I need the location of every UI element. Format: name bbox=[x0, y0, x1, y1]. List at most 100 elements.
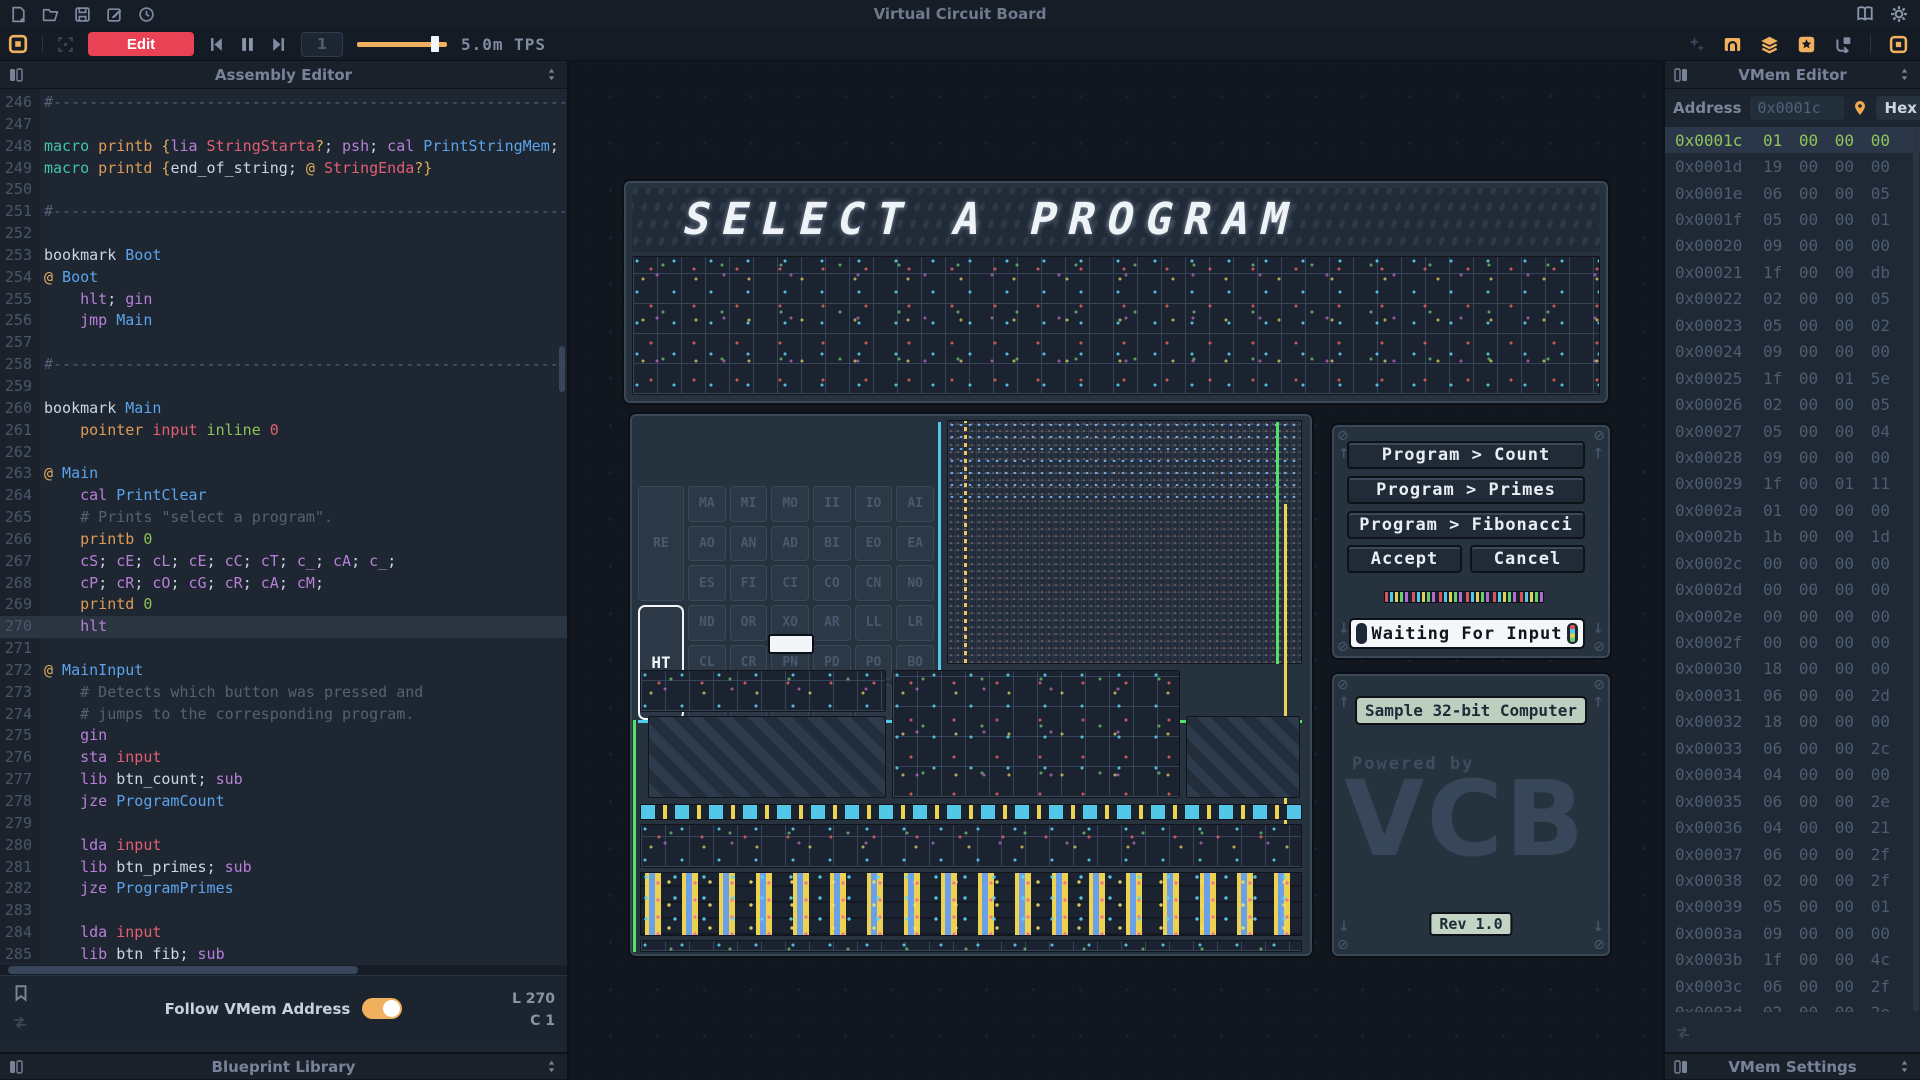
expand-panel-icon[interactable] bbox=[1897, 67, 1912, 82]
vmem-bytes[interactable]: 01 00 00 00 bbox=[1763, 501, 1890, 520]
code-line[interactable]: 276 sta input bbox=[0, 747, 567, 769]
vmem-row[interactable]: 0x0002202 00 00 05 bbox=[1665, 286, 1920, 312]
code-line[interactable]: 264 cal PrintClear bbox=[0, 485, 567, 507]
vmem-row[interactable]: 0x0003b1f 00 00 4c bbox=[1665, 947, 1920, 973]
vmem-row[interactable]: 0x0001f05 00 00 01 bbox=[1665, 206, 1920, 232]
address-input[interactable] bbox=[1750, 96, 1844, 120]
step-forward-icon[interactable] bbox=[270, 36, 287, 53]
vmem-row[interactable]: 0x0002409 00 00 00 bbox=[1665, 339, 1920, 365]
code-line[interactable]: 247 bbox=[0, 114, 567, 136]
code-line[interactable]: 280 lda input bbox=[0, 835, 567, 857]
vmem-bytes[interactable]: 05 00 00 02 bbox=[1763, 316, 1890, 335]
vmem-bytes[interactable]: 19 00 00 00 bbox=[1763, 157, 1890, 176]
code-line[interactable]: 254@ Boot bbox=[0, 267, 567, 289]
vmem-rows[interactable]: 0x0001c01 00 00 000x0001d19 00 00 000x00… bbox=[1665, 127, 1920, 1012]
vmem-bytes[interactable]: 05 00 00 01 bbox=[1763, 897, 1890, 916]
follow-vmem-toggle[interactable] bbox=[362, 998, 402, 1019]
vmem-bytes[interactable]: 04 00 00 21 bbox=[1763, 818, 1890, 837]
vmem-row[interactable]: 0x0002f00 00 00 00 bbox=[1665, 629, 1920, 655]
vmem-row[interactable]: 0x0002e00 00 00 00 bbox=[1665, 603, 1920, 629]
accept-button[interactable]: Accept bbox=[1347, 545, 1462, 573]
edit-mode-button[interactable]: Edit bbox=[88, 32, 194, 56]
tps-slider[interactable] bbox=[357, 36, 447, 52]
vmem-row[interactable]: 0x0003506 00 00 2e bbox=[1665, 788, 1920, 814]
vmem-scrollbar[interactable] bbox=[1913, 127, 1919, 1012]
favorites-star-icon[interactable] bbox=[1797, 35, 1816, 54]
vmem-row[interactable]: 0x0003905 00 00 01 bbox=[1665, 894, 1920, 920]
step-count-input[interactable]: 1 bbox=[301, 32, 343, 57]
vmem-bytes[interactable]: 04 00 00 00 bbox=[1763, 765, 1890, 784]
code-line[interactable]: 285 lib btn_fib; sub bbox=[0, 944, 567, 962]
vmem-bytes[interactable]: 00 00 00 00 bbox=[1763, 554, 1890, 573]
code-line[interactable]: 272@ MainInput bbox=[0, 660, 567, 682]
vmem-row[interactable]: 0x0003106 00 00 2d bbox=[1665, 682, 1920, 708]
pause-icon[interactable] bbox=[239, 36, 256, 53]
vmem-row[interactable]: 0x0002c00 00 00 00 bbox=[1665, 550, 1920, 576]
vmem-bytes[interactable]: 1f 00 00 4c bbox=[1763, 950, 1890, 969]
vmem-row[interactable]: 0x0003802 00 00 2f bbox=[1665, 867, 1920, 893]
scrollbar-thumb[interactable] bbox=[8, 966, 358, 974]
code-line[interactable]: 283 bbox=[0, 900, 567, 922]
vmem-bytes[interactable]: 01 00 00 00 bbox=[1763, 131, 1890, 150]
vmem-row[interactable]: 0x0002305 00 00 02 bbox=[1665, 312, 1920, 338]
vmem-bytes[interactable]: 00 00 00 00 bbox=[1763, 633, 1890, 652]
vmem-row[interactable]: 0x0003706 00 00 2f bbox=[1665, 841, 1920, 867]
code-line[interactable]: 266 printb 0 bbox=[0, 529, 567, 551]
vmem-row[interactable]: 0x0003218 00 00 00 bbox=[1665, 709, 1920, 735]
code-line[interactable]: 273 # Detects which button was pressed a… bbox=[0, 682, 567, 704]
vmem-row[interactable]: 0x0003404 00 00 00 bbox=[1665, 762, 1920, 788]
vmem-row[interactable]: 0x0003306 00 00 2c bbox=[1665, 735, 1920, 761]
code-line[interactable]: 271 bbox=[0, 638, 567, 660]
code-line[interactable]: 246#------------------------------------… bbox=[0, 92, 567, 114]
history-icon[interactable] bbox=[138, 6, 155, 23]
vmem-row[interactable]: 0x000251f 00 01 5e bbox=[1665, 365, 1920, 391]
panel-columns-icon[interactable] bbox=[1673, 1059, 1689, 1075]
step-back-icon[interactable] bbox=[208, 36, 225, 53]
code-line[interactable]: 282 jze ProgramPrimes bbox=[0, 878, 567, 900]
vmem-bytes[interactable]: 06 00 00 2c bbox=[1763, 739, 1890, 758]
vmem-row[interactable]: 0x0001d19 00 00 00 bbox=[1665, 153, 1920, 179]
code-line[interactable]: 248macro printb {lia StringStarta?; psh;… bbox=[0, 136, 567, 158]
code-line[interactable]: 250 bbox=[0, 179, 567, 201]
vmem-bytes[interactable]: 06 00 00 2f bbox=[1763, 977, 1890, 996]
cancel-button[interactable]: Cancel bbox=[1470, 545, 1585, 573]
vmem-bytes[interactable]: 09 00 00 00 bbox=[1763, 236, 1890, 255]
vmem-bytes[interactable]: 1b 00 00 1d bbox=[1763, 527, 1890, 546]
code-line[interactable]: 278 jze ProgramCount bbox=[0, 791, 567, 813]
vmem-row[interactable]: 0x0003d02 00 00 2e bbox=[1665, 999, 1920, 1012]
code-line[interactable]: 263@ Main bbox=[0, 463, 567, 485]
code-horizontal-scrollbar[interactable] bbox=[0, 965, 567, 975]
component-card-icon[interactable] bbox=[1723, 35, 1742, 54]
layers-icon[interactable] bbox=[1760, 35, 1779, 54]
sparkles-icon[interactable] bbox=[1688, 36, 1705, 53]
tps-slider-handle[interactable] bbox=[431, 36, 439, 52]
new-file-icon[interactable] bbox=[10, 6, 27, 23]
expand-panel-icon[interactable] bbox=[544, 1059, 559, 1074]
code-line[interactable]: 279 bbox=[0, 813, 567, 835]
vmem-bytes[interactable]: 05 00 00 04 bbox=[1763, 422, 1890, 441]
layer-square-icon[interactable] bbox=[8, 34, 28, 54]
code-line[interactable]: 277 lib btn_count; sub bbox=[0, 769, 567, 791]
code-line[interactable]: 251#------------------------------------… bbox=[0, 201, 567, 223]
vmem-row[interactable]: 0x000291f 00 01 11 bbox=[1665, 471, 1920, 497]
code-vertical-scrollbar[interactable] bbox=[559, 346, 565, 392]
code-line[interactable]: 258#------------------------------------… bbox=[0, 354, 567, 376]
vmem-bytes[interactable]: 09 00 00 00 bbox=[1763, 342, 1890, 361]
manual-book-icon[interactable] bbox=[1856, 5, 1874, 23]
expand-panel-icon[interactable] bbox=[544, 67, 559, 82]
code-line[interactable]: 257 bbox=[0, 332, 567, 354]
vmem-bytes[interactable]: 18 00 00 00 bbox=[1763, 712, 1890, 731]
vmem-bytes[interactable]: 06 00 00 2e bbox=[1763, 792, 1890, 811]
vmem-bytes[interactable]: 06 00 00 05 bbox=[1763, 184, 1890, 203]
code-line[interactable]: 261 pointer input inline 0 bbox=[0, 420, 567, 442]
capture-icon[interactable] bbox=[57, 36, 74, 53]
code-line[interactable]: 269 printd 0 bbox=[0, 594, 567, 616]
vmem-row[interactable]: 0x0001e06 00 00 05 bbox=[1665, 180, 1920, 206]
hex-mode-button[interactable]: Hex bbox=[1876, 96, 1920, 120]
vmem-bytes[interactable]: 02 00 00 05 bbox=[1763, 395, 1890, 414]
vmem-bytes[interactable]: 1f 00 01 5e bbox=[1763, 369, 1890, 388]
vmem-bytes[interactable]: 02 00 00 2e bbox=[1763, 1003, 1890, 1012]
vmem-row[interactable]: 0x0001c01 00 00 00 bbox=[1665, 127, 1920, 153]
swap-arrows-icon[interactable] bbox=[1675, 1024, 1691, 1040]
paste-insert-icon[interactable] bbox=[1834, 35, 1852, 53]
